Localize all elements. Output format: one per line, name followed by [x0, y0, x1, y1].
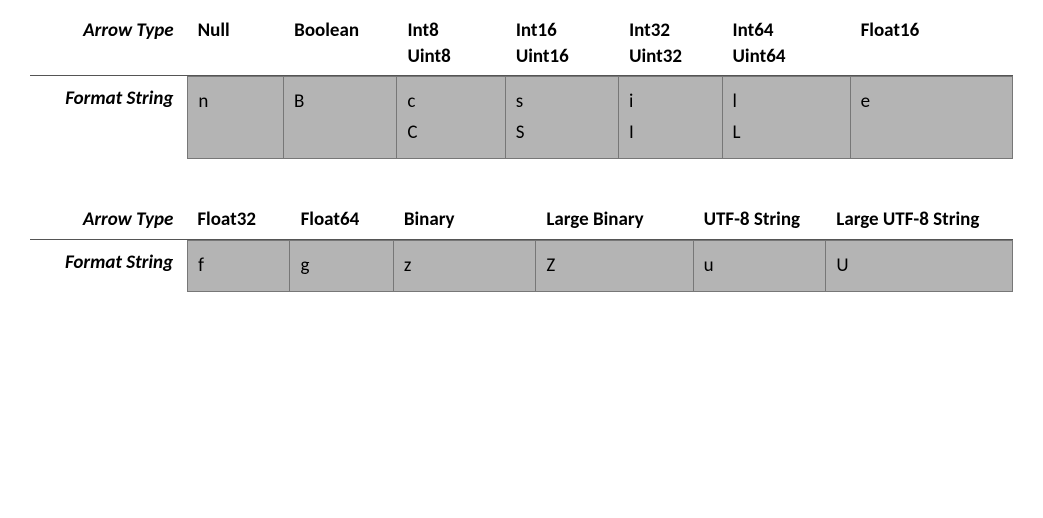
format-string-cell: u — [694, 240, 827, 292]
arrow-type-header: Null — [188, 18, 285, 69]
format-string-cell: B — [284, 76, 397, 159]
arrow-type-header: UTF-8 String — [694, 207, 827, 233]
format-string-cell: iI — [619, 76, 723, 159]
format-string-cell: z — [394, 240, 537, 292]
format-string-cell: cC — [397, 76, 505, 159]
arrow-type-header: Int8Uint8 — [397, 18, 505, 69]
arrow-type-label: Arrow Type — [30, 18, 188, 69]
format-string-cell: U — [826, 240, 1013, 292]
table-1-data-row: Format String n B cC sS iI lL e — [30, 76, 1013, 159]
format-string-cell: lL — [723, 76, 851, 159]
table-2-header-row: Arrow Type Float32 Float64 Binary Large … — [30, 207, 1013, 240]
format-string-cell: Z — [536, 240, 693, 292]
format-string-cell: n — [187, 76, 284, 159]
type-format-table-1: Arrow Type Null Boolean Int8Uint8 Int16U… — [30, 18, 1013, 159]
arrow-type-header: Binary — [394, 207, 537, 233]
arrow-type-header: Large Binary — [536, 207, 693, 233]
format-string-cell: sS — [506, 76, 619, 159]
format-string-cell: g — [290, 240, 393, 292]
format-string-label: Format String — [30, 76, 187, 159]
arrow-type-header: Float16 — [851, 18, 1013, 69]
arrow-type-header: Float32 — [187, 207, 290, 233]
arrow-type-header: Int32Uint32 — [619, 18, 722, 69]
format-string-cell: e — [851, 76, 1013, 159]
table-1-header-row: Arrow Type Null Boolean Int8Uint8 Int16U… — [30, 18, 1013, 76]
format-string-label: Format String — [30, 240, 187, 292]
table-2-data-row: Format String f g z Z u U — [30, 240, 1013, 292]
arrow-type-header: Boolean — [284, 18, 397, 69]
arrow-type-label: Arrow Type — [30, 207, 187, 233]
arrow-type-header: Large UTF-8 String — [826, 207, 1013, 233]
arrow-type-header: Int16Uint16 — [506, 18, 619, 69]
format-string-cell: f — [187, 240, 290, 292]
arrow-type-header: Float64 — [291, 207, 394, 233]
type-format-table-2: Arrow Type Float32 Float64 Binary Large … — [30, 207, 1013, 292]
arrow-type-header: Int64Uint64 — [723, 18, 851, 69]
